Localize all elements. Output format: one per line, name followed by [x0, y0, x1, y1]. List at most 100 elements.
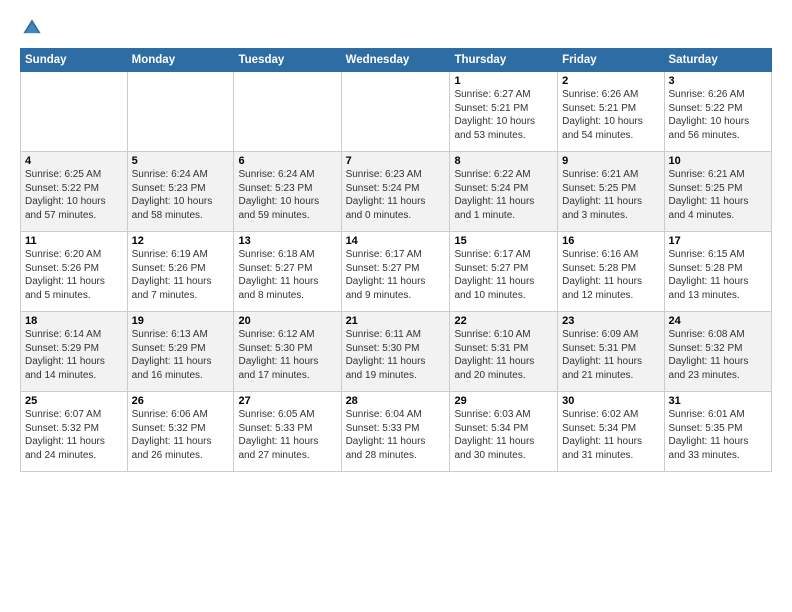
calendar-cell: 7Sunrise: 6:23 AM Sunset: 5:24 PM Daylig… — [341, 152, 450, 232]
calendar-cell: 21Sunrise: 6:11 AM Sunset: 5:30 PM Dayli… — [341, 312, 450, 392]
day-info: Sunrise: 6:14 AM Sunset: 5:29 PM Dayligh… — [25, 328, 123, 382]
calendar-cell: 24Sunrise: 6:08 AM Sunset: 5:32 PM Dayli… — [664, 312, 771, 392]
calendar-day-header: Monday — [127, 49, 234, 72]
day-info: Sunrise: 6:06 AM Sunset: 5:32 PM Dayligh… — [132, 408, 230, 462]
calendar-week-row: 18Sunrise: 6:14 AM Sunset: 5:29 PM Dayli… — [21, 312, 772, 392]
day-info: Sunrise: 6:17 AM Sunset: 5:27 PM Dayligh… — [454, 248, 553, 302]
day-number: 31 — [669, 395, 767, 407]
day-number: 15 — [454, 235, 553, 247]
day-number: 30 — [562, 395, 659, 407]
day-info: Sunrise: 6:04 AM Sunset: 5:33 PM Dayligh… — [346, 408, 446, 462]
calendar-cell — [234, 72, 341, 152]
calendar-cell: 11Sunrise: 6:20 AM Sunset: 5:26 PM Dayli… — [21, 232, 128, 312]
day-number: 28 — [346, 395, 446, 407]
calendar-week-row: 4Sunrise: 6:25 AM Sunset: 5:22 PM Daylig… — [21, 152, 772, 232]
day-number: 4 — [25, 155, 123, 167]
calendar-day-header: Saturday — [664, 49, 771, 72]
calendar-day-header: Wednesday — [341, 49, 450, 72]
day-info: Sunrise: 6:22 AM Sunset: 5:24 PM Dayligh… — [454, 168, 553, 222]
day-number: 21 — [346, 315, 446, 327]
day-number: 17 — [669, 235, 767, 247]
day-number: 19 — [132, 315, 230, 327]
day-info: Sunrise: 6:01 AM Sunset: 5:35 PM Dayligh… — [669, 408, 767, 462]
day-info: Sunrise: 6:26 AM Sunset: 5:21 PM Dayligh… — [562, 88, 659, 142]
calendar-cell: 26Sunrise: 6:06 AM Sunset: 5:32 PM Dayli… — [127, 392, 234, 472]
calendar-cell: 4Sunrise: 6:25 AM Sunset: 5:22 PM Daylig… — [21, 152, 128, 232]
calendar-cell: 12Sunrise: 6:19 AM Sunset: 5:26 PM Dayli… — [127, 232, 234, 312]
day-number: 16 — [562, 235, 659, 247]
day-number: 25 — [25, 395, 123, 407]
calendar-cell: 15Sunrise: 6:17 AM Sunset: 5:27 PM Dayli… — [450, 232, 558, 312]
day-number: 2 — [562, 75, 659, 87]
calendar-cell: 18Sunrise: 6:14 AM Sunset: 5:29 PM Dayli… — [21, 312, 128, 392]
day-info: Sunrise: 6:10 AM Sunset: 5:31 PM Dayligh… — [454, 328, 553, 382]
calendar-day-header: Thursday — [450, 49, 558, 72]
calendar-table: SundayMondayTuesdayWednesdayThursdayFrid… — [20, 48, 772, 472]
day-info: Sunrise: 6:17 AM Sunset: 5:27 PM Dayligh… — [346, 248, 446, 302]
calendar-day-header: Tuesday — [234, 49, 341, 72]
calendar-cell: 8Sunrise: 6:22 AM Sunset: 5:24 PM Daylig… — [450, 152, 558, 232]
calendar-cell: 17Sunrise: 6:15 AM Sunset: 5:28 PM Dayli… — [664, 232, 771, 312]
day-info: Sunrise: 6:02 AM Sunset: 5:34 PM Dayligh… — [562, 408, 659, 462]
calendar-cell — [127, 72, 234, 152]
calendar-cell: 28Sunrise: 6:04 AM Sunset: 5:33 PM Dayli… — [341, 392, 450, 472]
day-number: 9 — [562, 155, 659, 167]
day-info: Sunrise: 6:07 AM Sunset: 5:32 PM Dayligh… — [25, 408, 123, 462]
day-info: Sunrise: 6:19 AM Sunset: 5:26 PM Dayligh… — [132, 248, 230, 302]
day-number: 20 — [238, 315, 336, 327]
day-number: 18 — [25, 315, 123, 327]
calendar-week-row: 1Sunrise: 6:27 AM Sunset: 5:21 PM Daylig… — [21, 72, 772, 152]
day-info: Sunrise: 6:26 AM Sunset: 5:22 PM Dayligh… — [669, 88, 767, 142]
calendar-cell: 30Sunrise: 6:02 AM Sunset: 5:34 PM Dayli… — [558, 392, 664, 472]
calendar-cell: 27Sunrise: 6:05 AM Sunset: 5:33 PM Dayli… — [234, 392, 341, 472]
day-info: Sunrise: 6:24 AM Sunset: 5:23 PM Dayligh… — [238, 168, 336, 222]
calendar-cell: 25Sunrise: 6:07 AM Sunset: 5:32 PM Dayli… — [21, 392, 128, 472]
calendar-cell — [21, 72, 128, 152]
calendar-cell: 19Sunrise: 6:13 AM Sunset: 5:29 PM Dayli… — [127, 312, 234, 392]
calendar-cell: 31Sunrise: 6:01 AM Sunset: 5:35 PM Dayli… — [664, 392, 771, 472]
calendar-cell: 6Sunrise: 6:24 AM Sunset: 5:23 PM Daylig… — [234, 152, 341, 232]
day-info: Sunrise: 6:23 AM Sunset: 5:24 PM Dayligh… — [346, 168, 446, 222]
calendar-cell: 20Sunrise: 6:12 AM Sunset: 5:30 PM Dayli… — [234, 312, 341, 392]
calendar-cell: 5Sunrise: 6:24 AM Sunset: 5:23 PM Daylig… — [127, 152, 234, 232]
day-number: 8 — [454, 155, 553, 167]
calendar-week-row: 25Sunrise: 6:07 AM Sunset: 5:32 PM Dayli… — [21, 392, 772, 472]
day-info: Sunrise: 6:15 AM Sunset: 5:28 PM Dayligh… — [669, 248, 767, 302]
logo — [20, 16, 48, 40]
day-info: Sunrise: 6:08 AM Sunset: 5:32 PM Dayligh… — [669, 328, 767, 382]
calendar-header-row: SundayMondayTuesdayWednesdayThursdayFrid… — [21, 49, 772, 72]
day-info: Sunrise: 6:03 AM Sunset: 5:34 PM Dayligh… — [454, 408, 553, 462]
day-info: Sunrise: 6:13 AM Sunset: 5:29 PM Dayligh… — [132, 328, 230, 382]
day-info: Sunrise: 6:21 AM Sunset: 5:25 PM Dayligh… — [669, 168, 767, 222]
day-number: 13 — [238, 235, 336, 247]
page-header — [20, 16, 772, 40]
day-number: 14 — [346, 235, 446, 247]
day-info: Sunrise: 6:16 AM Sunset: 5:28 PM Dayligh… — [562, 248, 659, 302]
calendar-cell: 22Sunrise: 6:10 AM Sunset: 5:31 PM Dayli… — [450, 312, 558, 392]
day-number: 5 — [132, 155, 230, 167]
day-number: 11 — [25, 235, 123, 247]
calendar-cell: 23Sunrise: 6:09 AM Sunset: 5:31 PM Dayli… — [558, 312, 664, 392]
day-info: Sunrise: 6:18 AM Sunset: 5:27 PM Dayligh… — [238, 248, 336, 302]
logo-icon — [20, 16, 44, 40]
day-number: 23 — [562, 315, 659, 327]
day-number: 26 — [132, 395, 230, 407]
day-number: 29 — [454, 395, 553, 407]
day-info: Sunrise: 6:24 AM Sunset: 5:23 PM Dayligh… — [132, 168, 230, 222]
day-number: 7 — [346, 155, 446, 167]
calendar-cell: 2Sunrise: 6:26 AM Sunset: 5:21 PM Daylig… — [558, 72, 664, 152]
calendar-cell: 9Sunrise: 6:21 AM Sunset: 5:25 PM Daylig… — [558, 152, 664, 232]
day-number: 10 — [669, 155, 767, 167]
calendar-cell: 10Sunrise: 6:21 AM Sunset: 5:25 PM Dayli… — [664, 152, 771, 232]
calendar-cell: 14Sunrise: 6:17 AM Sunset: 5:27 PM Dayli… — [341, 232, 450, 312]
day-number: 27 — [238, 395, 336, 407]
day-info: Sunrise: 6:05 AM Sunset: 5:33 PM Dayligh… — [238, 408, 336, 462]
day-info: Sunrise: 6:20 AM Sunset: 5:26 PM Dayligh… — [25, 248, 123, 302]
calendar-cell: 16Sunrise: 6:16 AM Sunset: 5:28 PM Dayli… — [558, 232, 664, 312]
calendar-day-header: Friday — [558, 49, 664, 72]
calendar-cell: 29Sunrise: 6:03 AM Sunset: 5:34 PM Dayli… — [450, 392, 558, 472]
day-number: 1 — [454, 75, 553, 87]
calendar-cell: 1Sunrise: 6:27 AM Sunset: 5:21 PM Daylig… — [450, 72, 558, 152]
day-number: 6 — [238, 155, 336, 167]
day-info: Sunrise: 6:09 AM Sunset: 5:31 PM Dayligh… — [562, 328, 659, 382]
